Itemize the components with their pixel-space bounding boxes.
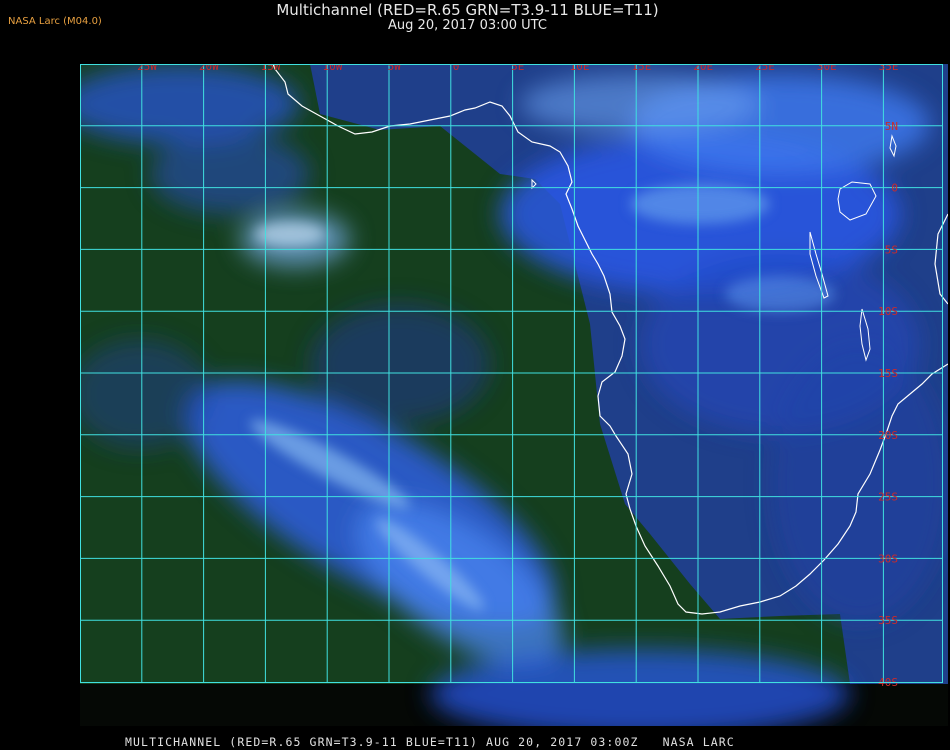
satellite-map: 25W 20W 15W 10W 5W 0 5E 10E 15E 20E 25E 30E 35E 5N 0 5S… [80, 64, 948, 726]
longitude-label: 15E [631, 64, 651, 73]
longitude-label: 5W [388, 64, 402, 73]
longitude-label: 25E [755, 64, 775, 73]
latitude-label: 30S [878, 552, 898, 565]
longitude-label: 20W [199, 64, 219, 73]
latitude-label: 5N [885, 120, 898, 133]
image-title: Multichannel (RED=R.65 GRN=T3.9-11 BLUE=… [276, 1, 659, 19]
latitude-label: 5S [885, 243, 898, 256]
latitude-label: 25S [878, 491, 898, 504]
longitude-label: 15W [261, 64, 281, 73]
latitude-label: 20S [878, 429, 898, 442]
longitude-label: 10E [570, 64, 590, 73]
longitude-label: 35E [879, 64, 899, 73]
longitude-label: 25W [137, 64, 157, 73]
longitude-label: 30E [817, 64, 837, 73]
latitude-label: 0 [891, 182, 898, 195]
longitude-label: 20E [693, 64, 713, 73]
longitude-label: 10W [322, 64, 342, 73]
footer-caption: MULTICHANNEL (RED=R.65 GRN=T3.9-11 BLUE=… [125, 735, 735, 749]
latitude-label: 10S [878, 305, 898, 318]
longitude-label: 0 [453, 64, 460, 73]
image-timestamp: Aug 20, 2017 03:00 UTC [388, 18, 547, 33]
latitude-label: 15S [878, 367, 898, 380]
longitude-label: 5E [511, 64, 524, 73]
latitude-label: 35S [878, 614, 898, 627]
